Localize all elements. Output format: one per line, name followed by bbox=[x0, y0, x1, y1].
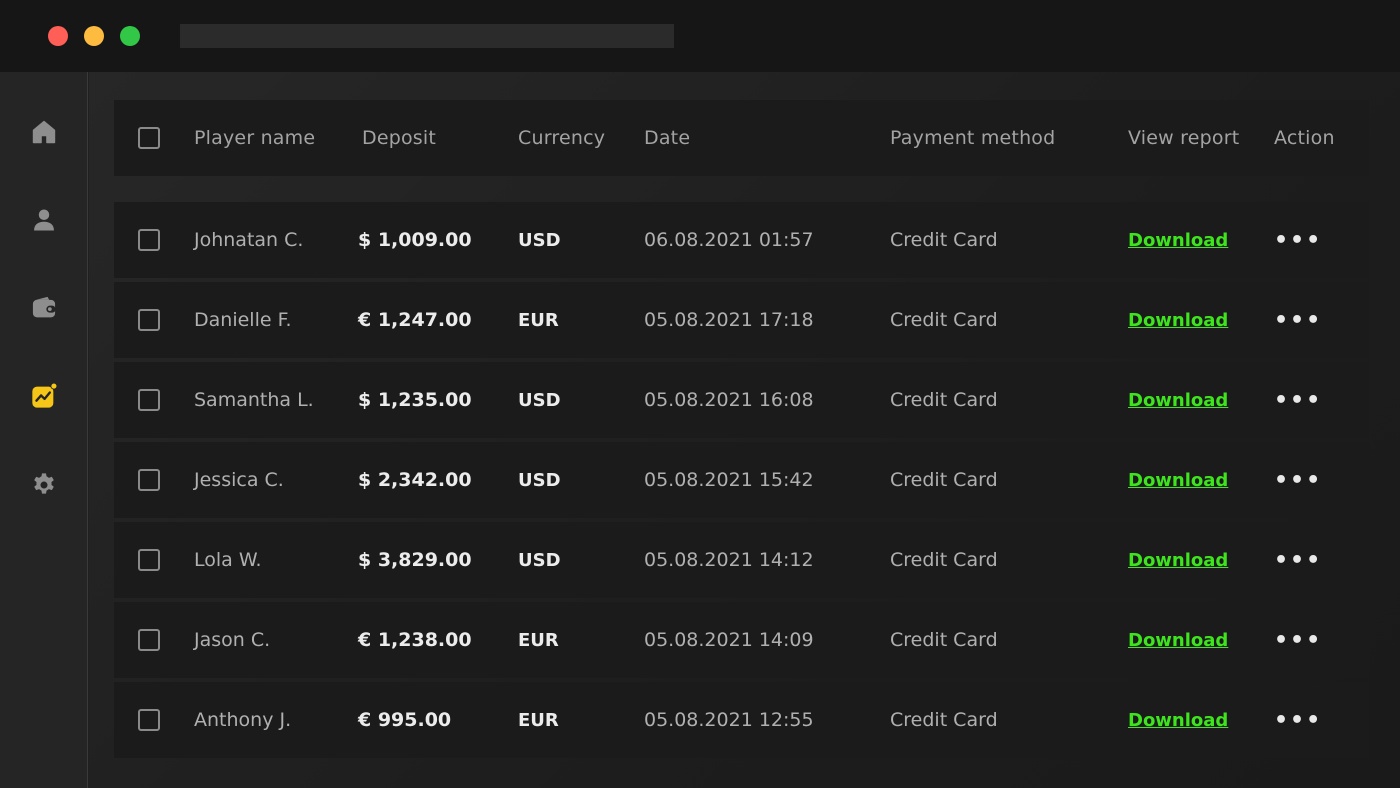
header-deposit[interactable]: Deposit bbox=[362, 100, 436, 176]
home-icon bbox=[32, 120, 56, 144]
header-payment-method[interactable]: Payment method bbox=[890, 100, 1055, 176]
table-row[interactable]: Jessica C. $ 2,342.00 USD 05.08.2021 15:… bbox=[114, 442, 1369, 518]
wallet-icon bbox=[32, 296, 56, 318]
deposit-amount: € 995.00 bbox=[358, 709, 452, 731]
more-actions-button[interactable]: ••• bbox=[1274, 628, 1322, 653]
more-actions-button[interactable]: ••• bbox=[1274, 228, 1322, 253]
deposit-date: 05.08.2021 15:42 bbox=[644, 469, 814, 491]
deposit-amount: $ 1,009.00 bbox=[358, 229, 472, 251]
payment-method: Credit Card bbox=[890, 629, 998, 651]
user-icon bbox=[34, 209, 54, 231]
currency-code: EUR bbox=[518, 629, 559, 651]
header-date[interactable]: Date bbox=[644, 100, 690, 176]
deposit-date: 05.08.2021 12:55 bbox=[644, 709, 814, 731]
more-actions-button[interactable]: ••• bbox=[1274, 548, 1322, 573]
deposit-amount: € 1,247.00 bbox=[358, 309, 472, 331]
deposit-date: 05.08.2021 14:09 bbox=[644, 629, 814, 651]
download-report-link[interactable]: Download bbox=[1128, 630, 1228, 651]
deposit-date: 05.08.2021 16:08 bbox=[644, 389, 814, 411]
header-view-report[interactable]: View report bbox=[1128, 100, 1239, 176]
gear-icon bbox=[34, 473, 54, 494]
payment-method: Credit Card bbox=[890, 309, 998, 331]
row-checkbox[interactable] bbox=[138, 629, 160, 651]
download-report-link[interactable]: Download bbox=[1128, 390, 1228, 411]
deposit-amount: $ 3,829.00 bbox=[358, 549, 472, 571]
header-action[interactable]: Action bbox=[1274, 100, 1335, 176]
deposit-date: 05.08.2021 17:18 bbox=[644, 309, 814, 331]
sidebar-item-settings[interactable] bbox=[28, 468, 60, 500]
sidebar-item-wallet[interactable] bbox=[28, 292, 60, 324]
row-checkbox[interactable] bbox=[138, 469, 160, 491]
deposit-amount: € 1,238.00 bbox=[358, 629, 472, 651]
row-checkbox[interactable] bbox=[138, 549, 160, 571]
more-actions-button[interactable]: ••• bbox=[1274, 388, 1322, 413]
currency-code: EUR bbox=[518, 309, 559, 331]
table-row[interactable]: Lola W. $ 3,829.00 USD 05.08.2021 14:12 … bbox=[114, 522, 1369, 598]
currency-code: USD bbox=[518, 549, 561, 571]
player-name: Jessica C. bbox=[194, 469, 284, 491]
row-checkbox[interactable] bbox=[138, 309, 160, 331]
row-checkbox[interactable] bbox=[138, 229, 160, 251]
currency-code: USD bbox=[518, 469, 561, 491]
currency-code: EUR bbox=[518, 709, 559, 731]
payment-method: Credit Card bbox=[890, 709, 998, 731]
payment-method: Credit Card bbox=[890, 549, 998, 571]
payment-method: Credit Card bbox=[890, 389, 998, 411]
sidebar-item-profile[interactable] bbox=[28, 204, 60, 236]
window-titlebar bbox=[0, 0, 1400, 72]
player-name: Samantha L. bbox=[194, 389, 314, 411]
deposit-amount: $ 1,235.00 bbox=[358, 389, 472, 411]
close-window-button[interactable] bbox=[48, 26, 68, 46]
player-name: Johnatan C. bbox=[194, 229, 304, 251]
download-report-link[interactable]: Download bbox=[1128, 230, 1228, 251]
table-header: Player name Deposit Currency Date Paymen… bbox=[114, 100, 1369, 176]
minimize-window-button[interactable] bbox=[84, 26, 104, 46]
row-checkbox[interactable] bbox=[138, 709, 160, 731]
select-all-checkbox[interactable] bbox=[138, 127, 160, 149]
header-player-name[interactable]: Player name bbox=[194, 100, 315, 176]
download-report-link[interactable]: Download bbox=[1128, 550, 1228, 571]
chart-icon bbox=[32, 382, 58, 408]
more-actions-button[interactable]: ••• bbox=[1274, 308, 1322, 333]
currency-code: USD bbox=[518, 229, 561, 251]
table-row[interactable]: Jason C. € 1,238.00 EUR 05.08.2021 14:09… bbox=[114, 602, 1369, 678]
player-name: Jason C. bbox=[194, 629, 271, 651]
address-bar[interactable] bbox=[180, 24, 674, 48]
table-row[interactable]: Anthony J. € 995.00 EUR 05.08.2021 12:55… bbox=[114, 682, 1369, 758]
player-name: Danielle F. bbox=[194, 309, 292, 331]
row-checkbox[interactable] bbox=[138, 389, 160, 411]
payment-method: Credit Card bbox=[890, 229, 998, 251]
payment-method: Credit Card bbox=[890, 469, 998, 491]
download-report-link[interactable]: Download bbox=[1128, 310, 1228, 331]
download-report-link[interactable]: Download bbox=[1128, 710, 1228, 731]
sidebar-item-statistics[interactable] bbox=[28, 380, 60, 412]
deposit-amount: $ 2,342.00 bbox=[358, 469, 472, 491]
deposit-date: 05.08.2021 14:12 bbox=[644, 549, 814, 571]
header-currency[interactable]: Currency bbox=[518, 100, 605, 176]
table-row[interactable]: Danielle F. € 1,247.00 EUR 05.08.2021 17… bbox=[114, 282, 1369, 358]
download-report-link[interactable]: Download bbox=[1128, 470, 1228, 491]
more-actions-button[interactable]: ••• bbox=[1274, 708, 1322, 733]
main-content: Player name Deposit Currency Date Paymen… bbox=[89, 72, 1400, 788]
sidebar bbox=[0, 72, 88, 788]
deposit-date: 06.08.2021 01:57 bbox=[644, 229, 814, 251]
player-name: Anthony J. bbox=[194, 709, 292, 731]
currency-code: USD bbox=[518, 389, 561, 411]
table-row[interactable]: Johnatan C. $ 1,009.00 USD 06.08.2021 01… bbox=[114, 202, 1369, 278]
table-row[interactable]: Samantha L. $ 1,235.00 USD 05.08.2021 16… bbox=[114, 362, 1369, 438]
more-actions-button[interactable]: ••• bbox=[1274, 468, 1322, 493]
sidebar-item-home[interactable] bbox=[28, 116, 60, 148]
maximize-window-button[interactable] bbox=[120, 26, 140, 46]
player-name: Lola W. bbox=[194, 549, 262, 571]
